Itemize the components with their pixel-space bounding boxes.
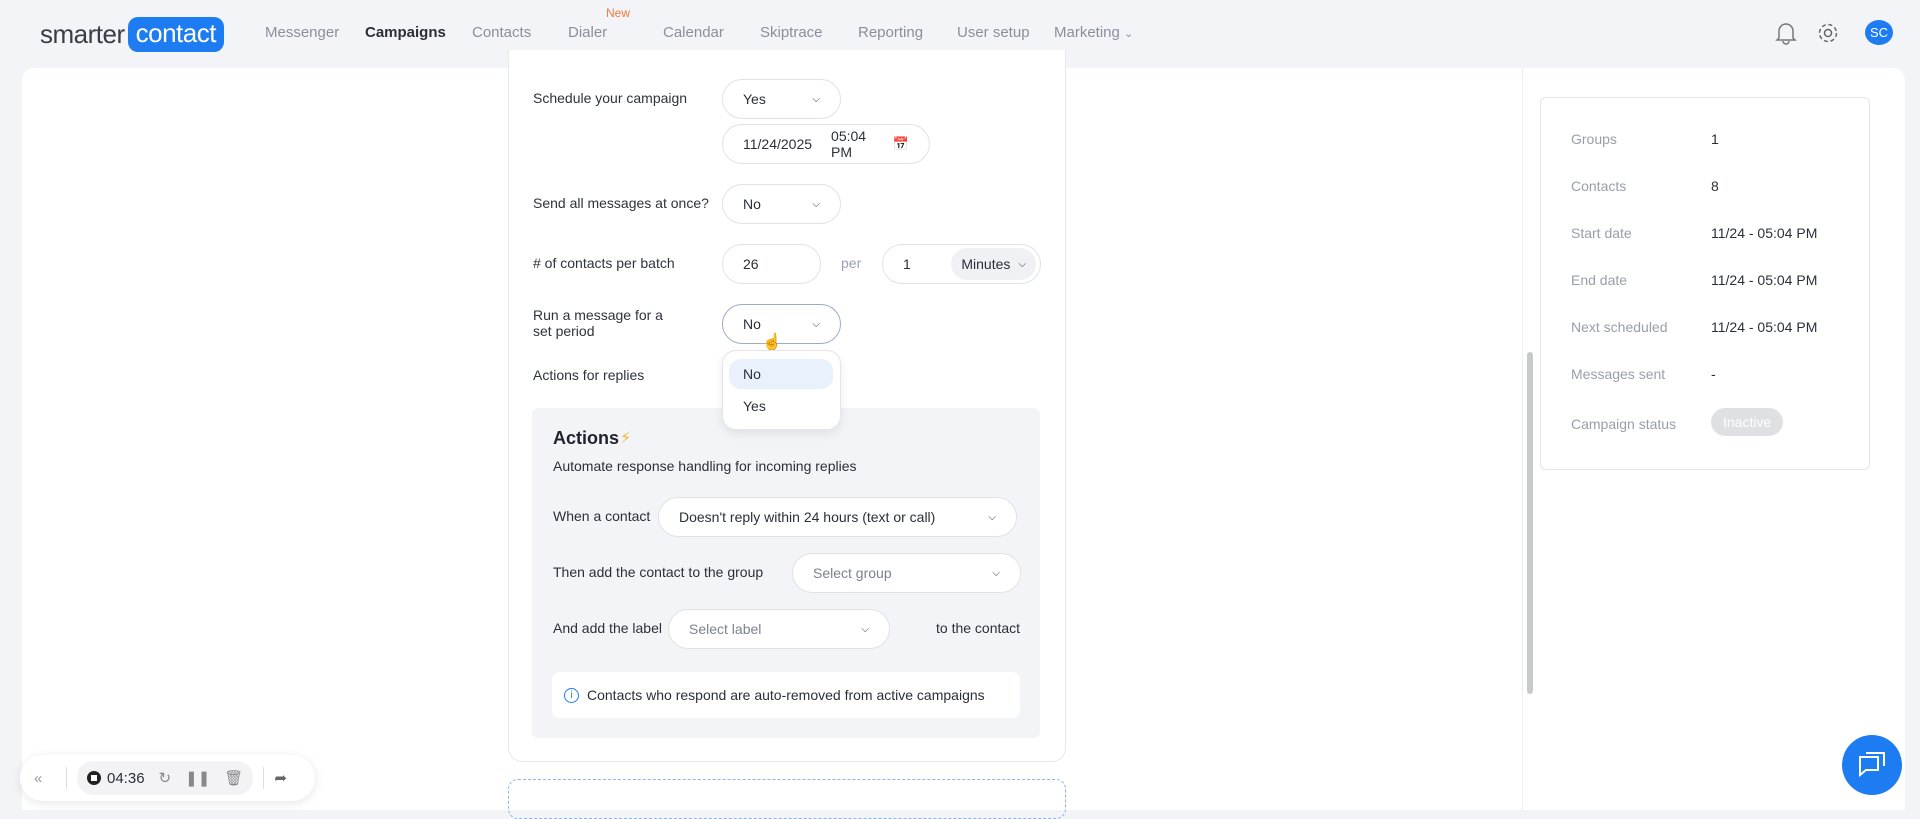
nav-calendar[interactable]: Calendar <box>663 24 724 41</box>
hand-cursor-icon: ☝ <box>762 334 782 351</box>
when-value: Doesn't reply within 24 hours (text or c… <box>679 509 936 525</box>
schedule-label: Schedule your campaign <box>533 90 688 106</box>
interval-value: 1 <box>903 256 911 272</box>
pause-icon[interactable]: ❚❚ <box>185 769 210 787</box>
label-label: And add the label <box>553 620 662 636</box>
chat-button[interactable] <box>1842 735 1902 795</box>
option-yes[interactable]: Yes <box>729 391 833 421</box>
summary-key: Messages sent <box>1571 366 1666 382</box>
summary-key: Next scheduled <box>1571 319 1668 335</box>
date-value: 11/24/2025 <box>743 136 813 152</box>
trash-icon[interactable]: 🗑︎ <box>224 769 243 787</box>
chat-icon <box>1859 752 1885 778</box>
summary-value: 11/24 - 05:04 PM <box>1711 272 1818 288</box>
chevron-down-icon: ⌄ <box>1124 28 1134 40</box>
summary-key: Campaign status <box>1571 416 1677 432</box>
nav-skiptrace[interactable]: Skiptrace <box>760 24 823 41</box>
new-badge: New <box>606 6 631 20</box>
scrollbar[interactable] <box>1527 352 1533 694</box>
divider <box>1522 68 1523 810</box>
recorder-controls: 04:36 ↻ ❚❚ 🗑︎ <box>77 761 254 795</box>
send-all-value: No <box>743 196 761 212</box>
group-label: Then add the contact to the group <box>553 564 764 580</box>
status-badge: Inactive <box>1711 408 1784 436</box>
schedule-value: Yes <box>743 91 766 107</box>
summary-value: 8 <box>1711 178 1719 194</box>
collapse-icon[interactable]: « <box>34 770 56 787</box>
nav-messenger[interactable]: Messenger <box>265 24 339 41</box>
stop-icon[interactable] <box>87 771 101 785</box>
calendar-icon[interactable]: 📅 <box>893 136 909 152</box>
summary-value: 11/24 - 05:04 PM <box>1711 225 1818 241</box>
actions-panel: Actions ⚡︎ Automate response handling fo… <box>532 408 1040 738</box>
summary-key: Groups <box>1571 131 1617 147</box>
replies-label: Actions for replies <box>533 367 645 383</box>
option-no[interactable]: No <box>729 359 833 389</box>
nav-contacts[interactable]: Contacts <box>472 24 531 41</box>
chevron-down-icon: ⌵ <box>988 511 996 523</box>
divider <box>66 767 67 789</box>
when-label: When a contact <box>553 508 651 524</box>
summary-key: End date <box>1571 272 1628 288</box>
date-time-picker[interactable]: 11/24/2025 05:04 PM 📅 <box>722 124 930 164</box>
interval-unit-select[interactable]: Minutes ⌵ <box>951 248 1036 280</box>
bell-icon[interactable] <box>1775 21 1797 45</box>
per-text: per <box>841 255 862 271</box>
gear-icon[interactable] <box>1816 21 1840 45</box>
when-select[interactable]: Doesn't reply within 24 hours (text or c… <box>658 497 1017 537</box>
recorder-toolbar: « 04:36 ↻ ❚❚ 🗑︎ ➦ <box>20 755 315 801</box>
summary-key: Start date <box>1571 225 1632 241</box>
chevron-down-icon: ⌵ <box>1018 258 1026 270</box>
add-step-dropzone[interactable] <box>508 779 1066 819</box>
run-period-value: No <box>743 316 761 332</box>
interval-unit-value: Minutes <box>961 256 1011 272</box>
nav-marketing-label: Marketing <box>1054 24 1120 41</box>
run-period-dropdown: No Yes <box>722 350 841 430</box>
logo-text: smarter <box>40 19 125 49</box>
restart-icon[interactable]: ↻ <box>159 769 172 787</box>
nav-marketing[interactable]: Marketing ⌄ <box>1054 24 1133 41</box>
group-select[interactable]: Select group ⌵ <box>792 553 1021 593</box>
group-placeholder: Select group <box>813 565 892 581</box>
recorder-time: 04:36 <box>107 769 145 787</box>
info-text: Contacts who respond are auto-removed fr… <box>587 687 985 703</box>
batch-label: # of contacts per batch <box>533 255 675 271</box>
chevron-down-icon: ⌵ <box>812 198 820 210</box>
label-select[interactable]: Select label ⌵ <box>668 609 890 649</box>
campaign-summary-card: Groups 1 Contacts 8 Start date 11/24 - 05:0… <box>1540 97 1870 470</box>
chevron-down-icon: ⌵ <box>992 567 1000 579</box>
summary-value: - <box>1711 366 1716 382</box>
divider <box>263 767 265 789</box>
nav-campaigns[interactable]: Campaigns <box>365 24 446 41</box>
logo[interactable]: smarter contact <box>40 17 224 52</box>
interval-input[interactable]: 1 Minutes ⌵ <box>882 244 1041 284</box>
cursor-icon[interactable]: ➦ <box>274 769 287 787</box>
nav-reporting[interactable]: Reporting <box>858 24 923 41</box>
schedule-select[interactable]: Yes ⌵ <box>722 79 841 119</box>
label-suffix: to the contact <box>936 620 1021 636</box>
chevron-down-icon: ⌵ <box>861 623 869 635</box>
avatar[interactable]: SC <box>1865 20 1893 45</box>
nav-user-setup[interactable]: User setup <box>957 24 1030 41</box>
nav-dialer[interactable]: Dialer <box>568 24 607 41</box>
chevron-down-icon: ⌵ <box>812 318 820 330</box>
logo-badge: contact <box>127 17 224 52</box>
chevron-down-icon: ⌵ <box>812 93 820 105</box>
summary-value: 11/24 - 05:04 PM <box>1711 319 1818 335</box>
summary-key: Contacts <box>1571 178 1627 194</box>
batch-size-input[interactable]: 26 <box>722 244 821 284</box>
label-placeholder: Select label <box>689 621 762 637</box>
time-value: 05:04 PM <box>831 128 867 160</box>
run-period-label: Run a message for a set period <box>533 307 663 339</box>
lightning-icon: ⚡︎ <box>620 430 632 447</box>
info-box: i Contacts who respond are auto-removed … <box>552 672 1020 718</box>
actions-subtitle: Automate response handling for incoming … <box>553 458 857 474</box>
send-all-label: Send all messages at once? <box>533 195 709 211</box>
actions-title: Actions <box>553 428 620 448</box>
send-all-select[interactable]: No ⌵ <box>722 184 841 224</box>
summary-value: 1 <box>1711 131 1719 147</box>
info-icon: i <box>564 687 579 703</box>
